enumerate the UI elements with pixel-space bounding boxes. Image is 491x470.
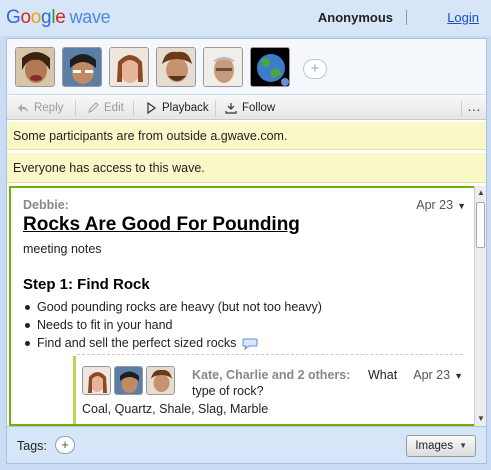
add-participant-button[interactable]: + — [303, 59, 327, 79]
bullet-list: Good pounding rocks are heavy (but not t… — [23, 298, 322, 352]
edit-button[interactable]: Edit — [87, 100, 124, 116]
list-item: Needs to fit in your hand — [23, 316, 322, 334]
participant-avatar[interactable] — [156, 47, 196, 87]
pencil-icon — [88, 102, 99, 113]
reply-label: Reply — [34, 102, 64, 114]
blip-author: Debbie: — [23, 198, 69, 212]
logo-letter: o — [30, 7, 42, 28]
google-wave-logo[interactable]: Google wave — [6, 7, 111, 29]
reply-body: Coal, Quartz, Shale, Slag, Marble — [82, 402, 269, 416]
reply-button[interactable]: Reply — [17, 100, 63, 116]
wave-title: Rocks Are Good For Pounding — [23, 214, 300, 235]
reply-avatar — [146, 366, 175, 395]
reply-divider — [77, 354, 463, 355]
toolbar-divider — [215, 100, 216, 116]
follow-icon — [225, 103, 237, 114]
participant-avatar[interactable] — [15, 47, 55, 87]
tags-bar: Tags: + Images ▼ — [7, 426, 486, 463]
play-icon — [147, 102, 157, 114]
wave-panel: + Reply Edit Playback Follow … Some part… — [6, 38, 487, 464]
blip[interactable]: Debbie: Apr 23 ▼ Rocks Are Good For Pound… — [9, 186, 481, 426]
dropdown-caret-icon: ▼ — [457, 201, 466, 211]
step-heading: Step 1: Find Rock — [23, 276, 150, 293]
reply-blip[interactable]: Kate, Charlie and 2 others: What type of… — [73, 356, 465, 424]
participant-avatar[interactable] — [109, 47, 149, 87]
wave-toolbar: Reply Edit Playback Follow … — [7, 96, 486, 120]
globe-avatar[interactable] — [250, 47, 290, 87]
reply-authors: Kate, Charlie and 2 others: — [192, 368, 351, 382]
list-item: Good pounding rocks are heavy (but not t… — [23, 298, 322, 316]
toolbar-divider — [75, 100, 76, 116]
access-notice: Everyone has access to this wave. — [7, 153, 486, 183]
playback-label: Playback — [162, 102, 209, 114]
logo-letter: o — [20, 7, 31, 28]
reply-date[interactable]: Apr 23 ▼ — [413, 368, 463, 382]
username: Anonymous — [317, 10, 393, 25]
participant-avatar[interactable] — [62, 47, 102, 87]
logo-letter: g — [41, 7, 52, 28]
scrollbar[interactable]: ▲ ▼ — [474, 186, 486, 426]
reply-text: type of rock? — [192, 384, 264, 398]
top-bar: Google wave Anonymous Login — [0, 0, 491, 36]
edit-label: Edit — [104, 102, 124, 114]
reply-avatar — [114, 366, 143, 395]
list-item: Find and sell the perfect sized rocks — [23, 334, 322, 352]
dropdown-caret-icon: ▼ — [459, 441, 467, 450]
list-item-text: Find and sell the perfect sized rocks — [37, 336, 237, 350]
toolbar-divider — [461, 100, 462, 116]
images-label: Images — [415, 440, 454, 452]
scroll-thumb[interactable] — [476, 202, 485, 248]
reply-date-text: Apr 23 — [413, 368, 451, 382]
follow-button[interactable]: Follow — [225, 100, 275, 116]
follow-label: Follow — [242, 102, 276, 114]
tags-label: Tags: — [17, 439, 47, 453]
reply-text: What — [368, 368, 398, 382]
header-divider — [406, 10, 407, 25]
list-item-text: Good pounding rocks are heavy (but not t… — [37, 300, 322, 314]
images-dropdown[interactable]: Images ▼ — [406, 435, 476, 457]
participants-bar: + — [7, 39, 486, 95]
external-participants-notice: Some participants are from outside a.gwa… — [7, 122, 486, 150]
reply-icon — [18, 104, 28, 112]
playback-button[interactable]: Playback — [145, 100, 209, 116]
inline-reply-icon[interactable] — [242, 338, 258, 350]
reply-avatar — [82, 366, 111, 395]
dropdown-caret-icon: ▼ — [454, 371, 463, 381]
scroll-up-icon[interactable]: ▲ — [477, 188, 485, 197]
blip-date-text: Apr 23 — [416, 198, 454, 212]
blip-date[interactable]: Apr 23 ▼ — [416, 198, 466, 212]
add-tag-button[interactable]: + — [55, 436, 75, 454]
more-menu-button[interactable]: … — [467, 98, 482, 114]
logo-letter: e — [55, 7, 66, 28]
list-item-text: Needs to fit in your hand — [37, 318, 173, 332]
participant-avatar[interactable] — [203, 47, 243, 87]
wave-subtitle: meeting notes — [23, 242, 102, 256]
logo-wave-text: wave — [69, 7, 111, 27]
scroll-down-icon[interactable]: ▼ — [477, 414, 485, 423]
login-link[interactable]: Login — [447, 10, 479, 25]
toolbar-divider — [133, 100, 134, 116]
logo-letter: G — [6, 7, 21, 28]
